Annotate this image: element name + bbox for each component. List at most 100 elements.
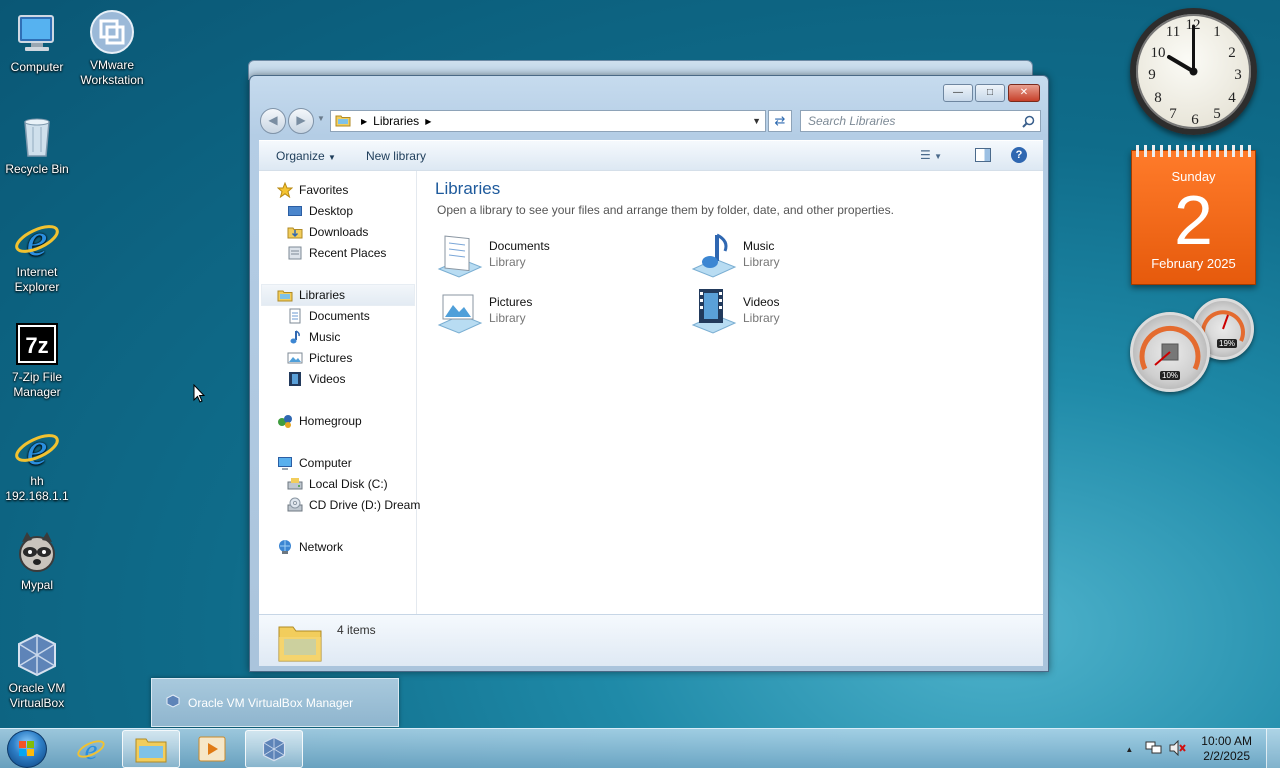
cpu-meter-gadget[interactable]: 19% 10%: [1130, 296, 1256, 392]
clock-time: 10:00 AM: [1201, 734, 1252, 748]
library-type: Library: [743, 255, 780, 269]
recycle-bin-icon: [13, 112, 61, 160]
music-icon: [287, 329, 303, 345]
nav-item-libraries[interactable]: Libraries: [277, 285, 345, 305]
start-button[interactable]: [7, 730, 47, 768]
nav-item-downloads[interactable]: Downloads: [287, 222, 368, 242]
address-bar[interactable]: ▶ Libraries ▶ ▼: [330, 110, 766, 132]
taskbar-thumbnail-virtualbox[interactable]: Oracle VM VirtualBox Manager: [151, 678, 399, 727]
internet-explorer-icon: e: [77, 734, 105, 764]
search-icon[interactable]: [1022, 114, 1035, 134]
nav-label: Homegroup: [299, 414, 362, 428]
help-icon[interactable]: ?: [1011, 147, 1027, 163]
search-placeholder: Search Libraries: [808, 114, 896, 128]
show-hidden-icons-button[interactable]: ▲: [1125, 745, 1133, 754]
navigation-pane[interactable]: Favorites Desktop Downloads Recent Place…: [259, 171, 420, 614]
desktop-icon-label: Oracle VM VirtualBox: [8, 681, 66, 710]
view-options-button[interactable]: ☰ ▼: [920, 148, 942, 162]
page-subtitle: Open a library to see your files and arr…: [437, 203, 894, 217]
desktop-icon-virtualbox[interactable]: Oracle VM VirtualBox: [0, 631, 74, 711]
clock-date: 2/2/2025: [1203, 749, 1250, 763]
desktop-icon-label: hh 192.168.1.1: [5, 474, 69, 503]
network-status-icon[interactable]: [1145, 740, 1163, 759]
desktop-icon-internet-explorer[interactable]: e Internet Explorer: [0, 214, 74, 295]
organize-button[interactable]: Organize ▼: [276, 149, 336, 163]
desktop-icon-recycle-bin[interactable]: Recycle Bin: [0, 112, 74, 177]
new-library-button[interactable]: New library: [366, 149, 426, 163]
library-item-music[interactable]: Music Library: [689, 231, 929, 283]
media-player-icon: [198, 736, 226, 762]
clock-gadget[interactable]: 12 1 2 3 4 5 6 7 8 9 10 11: [1130, 8, 1257, 135]
nav-label: Favorites: [299, 183, 349, 197]
back-button[interactable]: ◀: [260, 108, 286, 134]
taskbar-virtualbox[interactable]: [245, 730, 303, 768]
library-folder-icon: [335, 113, 351, 130]
nav-item-documents[interactable]: Documents: [287, 306, 370, 326]
nav-item-local-disk[interactable]: Local Disk (C:): [287, 474, 388, 494]
volume-muted-icon[interactable]: [1169, 739, 1187, 759]
nav-label: Desktop: [309, 204, 354, 218]
main-pane: Favorites Desktop Downloads Recent Place…: [259, 170, 1043, 614]
virtualbox-icon: [166, 694, 180, 711]
library-folder-icon: [277, 287, 293, 303]
maximize-button[interactable]: □: [975, 84, 1005, 102]
details-pane: 4 items: [259, 614, 1043, 666]
nav-item-computer[interactable]: Computer: [277, 453, 352, 473]
address-dropdown-icon[interactable]: ▼: [752, 116, 761, 126]
close-button[interactable]: ✕: [1008, 84, 1040, 102]
content-area: Libraries Open a library to see your fil…: [417, 171, 1043, 614]
calendar-gadget[interactable]: Sunday 2 February 2025: [1131, 145, 1256, 285]
pictures-icon: [287, 350, 303, 366]
vmware-icon: [88, 8, 136, 56]
library-name: Videos: [743, 295, 780, 309]
library-item-videos[interactable]: Videos Library: [689, 287, 929, 339]
breadcrumb-separator-icon[interactable]: ▶: [425, 117, 431, 126]
downloads-folder-icon: [287, 224, 303, 240]
nav-label: Local Disk (C:): [309, 477, 388, 491]
nav-label: Network: [299, 540, 344, 554]
recent-places-icon: [287, 245, 303, 261]
breadcrumb-libraries[interactable]: Libraries: [373, 114, 419, 128]
recent-pages-arrow-icon[interactable]: ▼: [317, 114, 325, 123]
nav-item-videos[interactable]: Videos: [287, 369, 345, 389]
nav-label: CD Drive (D:) Dream: [309, 498, 421, 512]
forward-button[interactable]: ▶: [288, 108, 314, 134]
desktop-icon-hh[interactable]: e hh 192.168.1.1: [0, 423, 74, 504]
chevron-down-icon: ▼: [328, 152, 336, 162]
nav-item-desktop[interactable]: Desktop: [287, 201, 353, 221]
explorer-window[interactable]: — □ ✕ ◀ ▶ ▼ ▶ Libraries ▶ ▼ ⇄ Search Lib…: [249, 75, 1049, 672]
nav-item-pictures[interactable]: Pictures: [287, 348, 352, 368]
computer-icon: [13, 10, 61, 58]
nav-item-favorites[interactable]: Favorites: [277, 180, 348, 200]
desktop-icon-7zip[interactable]: 7z 7-Zip File Manager: [0, 320, 74, 400]
search-input[interactable]: Search Libraries: [800, 110, 1041, 132]
desktop-icon-vmware[interactable]: VMware Workstation: [75, 8, 149, 88]
notification-area: ▲ 10:00 AM 2/2/2025: [1125, 729, 1280, 768]
nav-item-music[interactable]: Music: [287, 327, 340, 347]
breadcrumb-separator-icon[interactable]: ▶: [361, 117, 367, 126]
library-item-documents[interactable]: Documents Library: [435, 231, 675, 283]
system-clock[interactable]: 10:00 AM 2/2/2025: [1201, 734, 1252, 764]
refresh-button[interactable]: ⇄: [768, 110, 792, 132]
nav-item-homegroup[interactable]: Homegroup: [277, 411, 362, 431]
show-desktop-button[interactable]: [1266, 729, 1280, 768]
minimize-button[interactable]: —: [943, 84, 973, 102]
nav-item-cd-drive[interactable]: CD Drive (D:) Dream: [287, 495, 420, 515]
preview-pane-button[interactable]: [975, 148, 991, 162]
7zip-icon: 7z: [13, 320, 61, 368]
taskbar-internet-explorer[interactable]: e: [62, 730, 120, 768]
nav-label: Pictures: [309, 351, 353, 365]
library-item-pictures[interactable]: Pictures Library: [435, 287, 675, 339]
desktop-icon-computer[interactable]: Computer: [0, 10, 74, 75]
nav-item-recent-places[interactable]: Recent Places: [287, 243, 386, 263]
nav-item-network[interactable]: Network: [277, 537, 343, 557]
library-type: Library: [743, 311, 780, 325]
homegroup-icon: [277, 413, 293, 429]
documents-library-icon: [435, 231, 483, 279]
mouse-cursor-icon: [193, 383, 206, 406]
music-library-icon: [689, 231, 737, 279]
taskbar-windows-explorer[interactable]: [122, 730, 180, 768]
taskbar-media-player[interactable]: [183, 730, 241, 768]
nav-label: Computer: [299, 456, 352, 470]
desktop-icon-mypal[interactable]: Mypal: [0, 528, 74, 593]
